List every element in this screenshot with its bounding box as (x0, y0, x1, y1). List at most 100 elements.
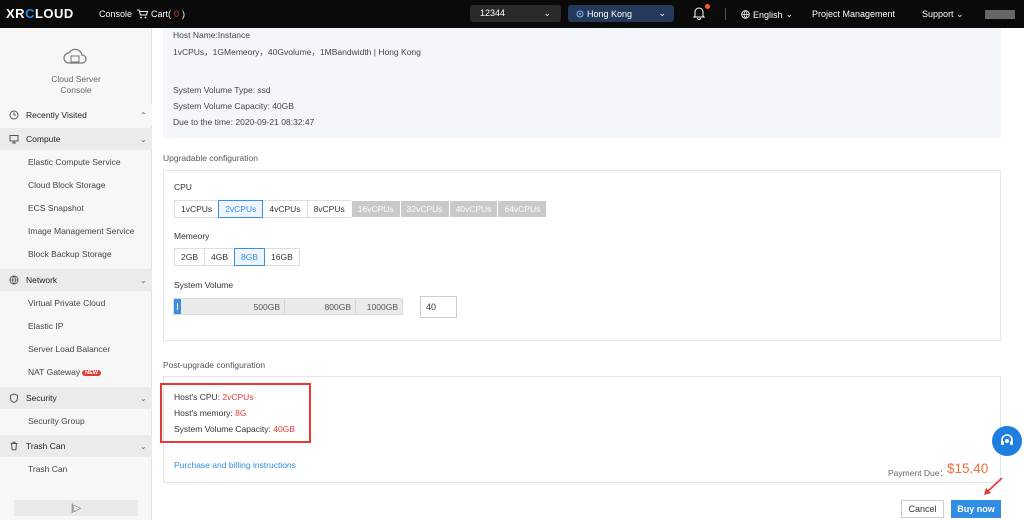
trash-icon (10, 441, 18, 451)
billing-instructions-link[interactable]: Purchase and billing instructions (174, 460, 296, 470)
new-badge: NEW (82, 369, 101, 376)
system-volume-capacity: System Volume Capacity: 40GB (173, 101, 294, 111)
system-volume-slider[interactable]: 500GB 800GB 1000GB (173, 298, 403, 315)
brand-logo[interactable]: XRCLOUD (6, 6, 74, 21)
memory-option-2gb[interactable]: 2GB (174, 248, 206, 266)
headset-icon (1001, 434, 1013, 445)
cpu-option-32vcpus: 32vCPUs (399, 200, 450, 218)
sidebar-item-ecs-snapshot[interactable]: ECS Snapshot (0, 197, 152, 219)
logo-text-main: XR (6, 6, 26, 21)
annotation-arrow-icon (984, 477, 1003, 495)
sidebar-item-nat-gateway[interactable]: NAT Gateway NEW (0, 361, 152, 383)
cpu-option-2vcpus[interactable]: 2vCPUs (218, 200, 264, 218)
sidebar-group-label: Trash Can (26, 441, 66, 451)
sidebar-group-security[interactable]: Security ⌄ (0, 387, 152, 409)
slider-handle[interactable] (177, 303, 178, 310)
logo-text-rest: LOUD (34, 6, 74, 21)
sidebar-item-label: Server Load Balancer (28, 344, 111, 354)
memory-label: Memeory (174, 231, 210, 241)
sidebar-item-security-group[interactable]: Security Group (0, 410, 152, 432)
cpu-option-1vcpus[interactable]: 1vCPUs (174, 200, 220, 218)
cancel-button[interactable]: Cancel (901, 500, 944, 518)
sidebar-group-recently-visited[interactable]: Recently Visited ⌃ (0, 104, 152, 126)
logo-text-accent: C (25, 6, 35, 21)
instance-specs: 1vCPUs，1GMemeory，40Gvolume，1MBandwidth |… (173, 47, 421, 57)
sidebar-item-elastic-ip[interactable]: Elastic IP (0, 315, 152, 337)
chevron-down-icon: ⌄ (785, 9, 794, 19)
account-select[interactable]: 12344 ⌄ (470, 5, 561, 22)
project-management-link[interactable]: Project Management (812, 9, 895, 19)
cpu-option-8vcpus[interactable]: 8vCPUs (306, 200, 352, 218)
system-volume-label: System Volume (174, 280, 234, 290)
memory-option-8gb[interactable]: 8GB (234, 248, 266, 266)
location-icon (576, 10, 584, 17)
sidebar-group-label: Compute (26, 134, 61, 144)
due-time: Due to the time: 2020-09-21 08:32:47 (173, 117, 315, 127)
sidebar-item-label: Cloud Block Storage (28, 180, 106, 190)
sidebar-item-elastic-compute-service[interactable]: Elastic Compute Service (0, 151, 152, 173)
sidebar-item-nat-gateway-label-wrap: NAT Gateway NEW (28, 367, 101, 377)
collapse-icon: |▷ (70, 502, 82, 514)
host-name: Host Name:Instance (173, 30, 251, 40)
slider-mark-800gb: 800GB (285, 299, 356, 314)
payment-due-amount: $15.40 (947, 461, 989, 476)
sidebar-item-trash-can[interactable]: Trash Can (0, 458, 152, 480)
system-volume-type: System Volume Type: ssd (173, 85, 271, 95)
sidebar-item-label: Virtual Private Cloud (28, 298, 106, 308)
sidebar-item-virtual-private-cloud[interactable]: Virtual Private Cloud (0, 292, 152, 314)
language-select[interactable]: English ⌄ (741, 9, 793, 20)
chevron-down-icon: ⌄ (140, 441, 147, 451)
sidebar-collapse-button[interactable]: |▷ (14, 500, 138, 516)
support-chat-button[interactable] (992, 426, 1022, 456)
sidebar-group-network[interactable]: Network ⌄ (0, 269, 152, 291)
clock-icon (9, 110, 19, 120)
account-value: 12344 (480, 8, 506, 18)
shield-icon (10, 393, 18, 403)
sidebar-item-label: Security Group (28, 416, 85, 426)
chevron-down-icon: ⌄ (140, 393, 147, 403)
sidebar-group-label: Recently Visited (26, 110, 87, 120)
region-select[interactable]: Hong Kong ⌄ (568, 5, 674, 22)
chevron-down-icon: ⌄ (543, 8, 551, 18)
post-upgrade-configuration-title: Post-upgrade configuration (163, 360, 266, 370)
globe-icon (9, 275, 19, 285)
sidebar-title-line2: Console (60, 85, 92, 95)
language-value: English (753, 9, 783, 20)
region-value: Hong Kong (587, 8, 633, 19)
sidebar-item-label: NAT Gateway (28, 367, 81, 377)
user-avatar[interactable] (985, 10, 1015, 19)
cpu-option-40vcpus: 40vCPUs (448, 200, 499, 218)
sidebar-item-block-backup-storage[interactable]: Block Backup Storage (0, 243, 152, 265)
sidebar-item-cloud-block-storage[interactable]: Cloud Block Storage (0, 174, 152, 196)
chevron-up-icon: ⌃ (140, 110, 147, 120)
cpu-label: CPU (174, 182, 192, 192)
memory-options: 2GB 4GB 8GB 16GB (174, 248, 300, 266)
cart-count: 0 (174, 9, 180, 19)
sidebar-item-server-load-balancer[interactable]: Server Load Balancer (0, 338, 152, 360)
sidebar-item-label: Elastic IP (28, 321, 64, 331)
cpu-option-64vcpus: 64vCPUs (497, 200, 548, 218)
cpu-options: 1vCPUs 2vCPUs 4vCPUs 8vCPUs 16vCPUs 32vC… (174, 200, 548, 218)
sidebar-title: Cloud Server Console (0, 74, 152, 96)
console-link[interactable]: Console (99, 9, 132, 19)
sidebar-group-label: Security (26, 393, 57, 403)
notification-dot (705, 4, 710, 9)
slider-mark-1000gb: 1000GB (366, 301, 398, 312)
cart-link[interactable]: Cart(0) (137, 9, 185, 19)
sidebar-group-compute[interactable]: Compute ⌄ (0, 128, 152, 150)
memory-option-16gb[interactable]: 16GB (264, 248, 300, 266)
sidebar-group-label: Network (26, 275, 58, 285)
system-volume-input[interactable] (420, 296, 457, 318)
support-menu[interactable]: Support ⌄ (922, 9, 964, 20)
top-navigation-bar: XRCLOUD Console Cart(0) 12344 ⌄ Hong Kon… (0, 0, 1024, 28)
cpu-option-4vcpus[interactable]: 4vCPUs (262, 200, 308, 218)
chevron-down-icon: ⌄ (956, 9, 964, 19)
sidebar-item-image-management-service[interactable]: Image Management Service (0, 220, 152, 242)
globe-icon (741, 10, 750, 19)
memory-option-4gb[interactable]: 4GB (204, 248, 236, 266)
notification-bell-icon[interactable] (692, 6, 706, 20)
sidebar-group-trash-can[interactable]: Trash Can ⌄ (0, 435, 152, 457)
buy-now-button[interactable]: Buy now (951, 500, 1001, 518)
sidebar: Cloud Server Console Recently Visited ⌃ C… (0, 28, 152, 520)
topbar-divider (725, 8, 726, 20)
